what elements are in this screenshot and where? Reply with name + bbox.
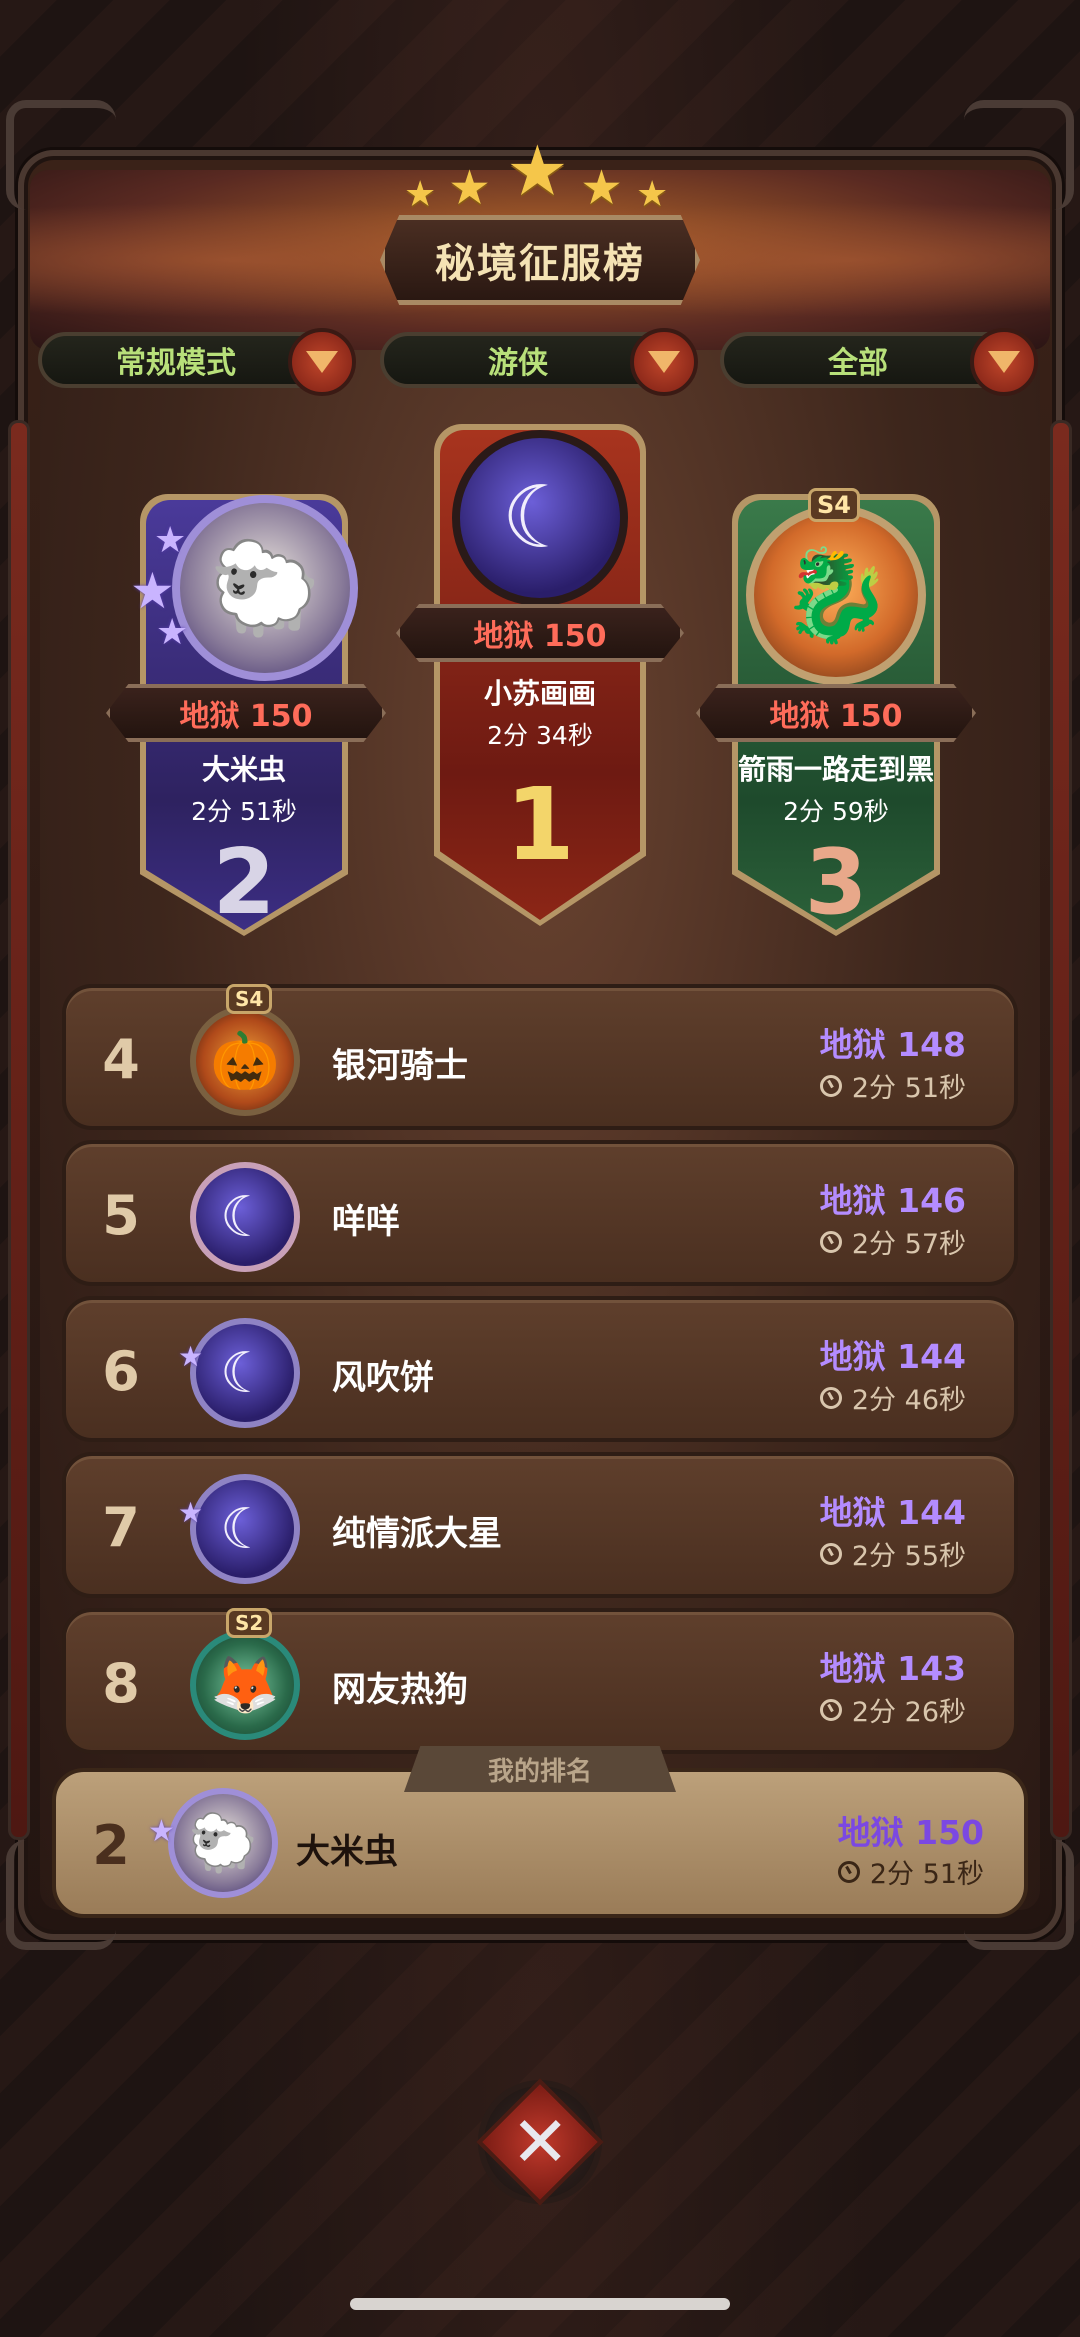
star-icon: ★ bbox=[178, 1340, 204, 1373]
star-icon: ★ bbox=[178, 1496, 204, 1529]
star-icon: ★ bbox=[636, 174, 669, 215]
dragon-avatar-icon: 🐉 bbox=[779, 542, 893, 648]
row-time: 2分 51秒 bbox=[837, 1852, 984, 1891]
star-icon: ★ bbox=[580, 160, 624, 216]
clock-icon bbox=[837, 1860, 860, 1883]
class-filter-dropdown[interactable]: 游侠 bbox=[380, 328, 698, 396]
row-level: 地狱 150 bbox=[837, 1813, 984, 1852]
sheep-avatar-icon: 🐑 bbox=[208, 535, 322, 641]
row-name: 纯情派大星 bbox=[332, 1514, 502, 1554]
star-icon: ★ bbox=[404, 174, 437, 215]
podium-third-rank: 3 bbox=[804, 830, 868, 935]
row-rank: 7 bbox=[102, 1496, 140, 1559]
star-icon: ★ bbox=[506, 130, 569, 212]
title-stars: ★ ★ ★ ★ ★ bbox=[404, 130, 676, 216]
player-avatar[interactable]: 🐑 bbox=[168, 1788, 278, 1898]
row-rank: 4 bbox=[102, 1028, 140, 1091]
player-avatar[interactable]: 🐑 bbox=[172, 495, 358, 681]
scope-filter-dropdown[interactable]: 全部 bbox=[720, 328, 1038, 396]
podium-second-time: 2分 51秒 bbox=[191, 797, 297, 826]
clock-icon bbox=[819, 1542, 842, 1565]
row-name: 风吹饼 bbox=[332, 1358, 434, 1398]
podium-second-level: 地狱 150 bbox=[106, 684, 386, 742]
player-avatar[interactable]: 🦊 bbox=[190, 1630, 300, 1740]
clock-icon bbox=[819, 1698, 842, 1721]
row-time-text: 2分 46秒 bbox=[851, 1385, 966, 1416]
moon-star-icon: ☾ bbox=[219, 1340, 271, 1406]
list-item[interactable]: 8 🦊 S2 网友热狗 地狱 143 2分 26秒 bbox=[62, 1608, 1018, 1754]
row-time: 2分 55秒 bbox=[819, 1534, 966, 1573]
podium-first-time: 2分 34秒 bbox=[487, 721, 593, 750]
right-rail bbox=[1050, 420, 1072, 1840]
player-avatar[interactable]: ☾ bbox=[190, 1162, 300, 1272]
season-badge: S4 bbox=[226, 984, 273, 1014]
podium-third-level: 地狱 150 bbox=[696, 684, 976, 742]
row-rank: 2 bbox=[92, 1814, 130, 1877]
star-icon: ★ bbox=[156, 612, 189, 653]
podium-second-rank: 2 bbox=[212, 830, 276, 935]
season-badge: S4 bbox=[808, 488, 860, 522]
row-time-text: 2分 26秒 bbox=[851, 1697, 966, 1728]
chevron-down-icon[interactable] bbox=[630, 328, 698, 396]
player-avatar[interactable]: 🎃 bbox=[190, 1006, 300, 1116]
podium-first-level: 地狱 150 bbox=[396, 604, 684, 662]
title-plate: 秘境征服榜 bbox=[380, 215, 700, 305]
star-icon: ★ bbox=[154, 520, 187, 561]
home-indicator[interactable] bbox=[350, 2298, 730, 2310]
row-name: 大米虫 bbox=[296, 1832, 398, 1872]
page-title: 秘境征服榜 bbox=[435, 241, 645, 287]
row-rank: 5 bbox=[102, 1184, 140, 1247]
podium-first-name: 小苏画画 bbox=[483, 677, 596, 710]
podium-third-name: 箭雨一路走到黑 bbox=[737, 753, 934, 786]
star-icon: ★ bbox=[148, 1814, 175, 1849]
pumpkin-avatar-icon: 🎃 bbox=[210, 1029, 280, 1094]
list-item[interactable]: 4 🎃 S4 银河骑士 地狱 148 2分 51秒 bbox=[62, 984, 1018, 1130]
left-rail bbox=[8, 420, 30, 1840]
row-time: 2分 26秒 bbox=[819, 1690, 966, 1729]
clock-icon bbox=[819, 1230, 842, 1253]
moon-star-icon: ☾ bbox=[219, 1184, 271, 1250]
close-button[interactable]: ✕ bbox=[476, 2078, 604, 2206]
row-level: 地狱 144 bbox=[819, 1493, 966, 1532]
row-name: 银河骑士 bbox=[332, 1046, 468, 1086]
mode-filter-dropdown[interactable]: 常规模式 bbox=[38, 328, 356, 396]
row-time-text: 2分 51秒 bbox=[851, 1073, 966, 1104]
list-item[interactable]: 7 ☾ ★ 纯情派大星 地狱 144 2分 55秒 bbox=[62, 1452, 1018, 1598]
row-rank: 6 bbox=[102, 1340, 140, 1403]
row-time: 2分 51秒 bbox=[819, 1066, 966, 1105]
row-rank: 8 bbox=[102, 1652, 140, 1715]
list-item[interactable]: 5 ☾ 咩咩 地狱 146 2分 57秒 bbox=[62, 1140, 1018, 1286]
chevron-down-icon[interactable] bbox=[288, 328, 356, 396]
season-badge: S2 bbox=[226, 1608, 273, 1638]
row-time: 2分 57秒 bbox=[819, 1222, 966, 1261]
chevron-down-icon[interactable] bbox=[970, 328, 1038, 396]
podium-third-time: 2分 59秒 bbox=[783, 797, 889, 826]
player-avatar[interactable]: ☾ bbox=[190, 1318, 300, 1428]
row-name: 咩咩 bbox=[332, 1202, 400, 1242]
fox-avatar-icon: 🦊 bbox=[210, 1653, 280, 1718]
row-time-text: 2分 57秒 bbox=[851, 1229, 966, 1260]
my-rank-tab: 我的排名 bbox=[404, 1746, 676, 1792]
moon-star-icon: ☾ bbox=[501, 468, 579, 568]
row-time-text: 2分 55秒 bbox=[851, 1541, 966, 1572]
row-time-text: 2分 51秒 bbox=[869, 1859, 984, 1890]
sheep-avatar-icon: 🐑 bbox=[188, 1811, 258, 1876]
podium-second-name: 大米虫 bbox=[201, 753, 286, 786]
podium-first-rank: 1 bbox=[505, 766, 575, 883]
moon-star-icon: ☾ bbox=[219, 1496, 271, 1562]
row-level: 地狱 144 bbox=[819, 1337, 966, 1376]
clock-icon bbox=[819, 1386, 842, 1409]
player-avatar[interactable]: ☾ bbox=[452, 430, 628, 606]
row-level: 地狱 146 bbox=[819, 1181, 966, 1220]
row-time: 2分 46秒 bbox=[819, 1378, 966, 1417]
row-level: 地狱 143 bbox=[819, 1649, 966, 1688]
row-level: 地狱 148 bbox=[819, 1025, 966, 1064]
list-item[interactable]: 6 ☾ ★ 风吹饼 地狱 144 2分 46秒 bbox=[62, 1296, 1018, 1442]
player-avatar[interactable]: 🐉 bbox=[746, 505, 926, 685]
player-avatar[interactable]: ☾ bbox=[190, 1474, 300, 1584]
row-name: 网友热狗 bbox=[332, 1670, 468, 1710]
star-icon: ★ bbox=[448, 160, 492, 216]
clock-icon bbox=[819, 1074, 842, 1097]
